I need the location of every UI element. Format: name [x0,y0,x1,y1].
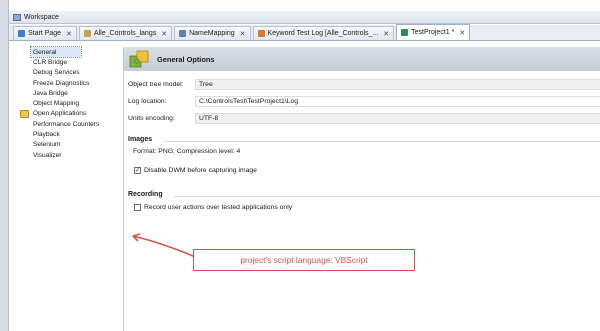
tab-testproject1[interactable]: TestProject1 * ✕ [396,24,471,40]
tab-namemapping[interactable]: NameMapping ✕ [174,26,251,40]
start-page-icon [18,30,25,37]
tree-item-label: Object Mapping [33,100,80,108]
log-location-field[interactable]: C:\ControlsTest\TestProject1\Log [195,96,600,107]
log-location-label: Log location: [128,98,167,105]
tree-item-general[interactable]: General [30,45,82,59]
tree-item-label: Selenium [33,141,61,149]
annotation-callout: project's script language: VBScript [193,249,415,271]
tree-item-label: Java Bridge [33,89,68,97]
tree-item-label: CLR Bridge [33,58,68,66]
tab-label: Start Page [28,30,62,37]
puzzle-icon [129,50,149,67]
checkbox-label: Record user actions over tested applicat… [144,204,293,211]
tree-item-open-applications[interactable]: Open Applications [18,109,122,119]
document-tabbar: Start Page ✕ Alle_Controls_langs ✕ NameM… [9,24,600,41]
tab-start-page[interactable]: Start Page ✕ [13,26,77,40]
tab-label: NameMapping [189,30,235,37]
checkbox-box[interactable]: ✓ [134,167,141,174]
project-icon [83,30,91,37]
object-tree-model-field[interactable]: Tree [195,79,600,90]
tab-label: Alle_Controls_langs [93,30,157,37]
tree-item-debug-services[interactable]: Debug Services [18,68,122,78]
namemapping-icon [179,30,187,37]
tree-item-freeze-diagnostics[interactable]: Freeze Diagnostics [18,78,122,88]
tree-item-label: Visualizer [33,151,62,159]
tree-item-playback[interactable]: Playback [18,129,122,139]
tree-item-object-mapping[interactable]: Object Mapping [18,98,122,108]
left-dock-strip [0,0,9,331]
workspace-bar: Workspace [9,11,600,24]
workspace-title: Workspace [24,13,59,21]
folder-icon[interactable] [20,109,29,118]
close-icon[interactable]: ✕ [66,30,72,38]
tree-item-label: Performance Counters [33,120,100,128]
tree-item-label: Freeze Diagnostics [33,79,90,87]
tree-item-label: Playback [33,131,60,139]
tree-item-label: Debug Services [33,69,80,77]
units-encoding-field[interactable]: UTF-8 [195,113,600,124]
tree-item-performance-counters[interactable]: Performance Counters [18,119,122,129]
record-user-actions-checkbox[interactable]: Record user actions over tested applicat… [134,204,292,211]
keyword-log-icon [257,30,265,37]
panel-header: General Options [124,47,600,71]
units-encoding-row: Units encoding: UTF-8 [128,113,600,124]
project-settings-icon [401,29,409,36]
workspace-icon [13,13,21,21]
image-format-text: Format: PNG; Compression level: 4 [133,148,241,155]
annotation-arrow [132,233,196,258]
units-encoding-label: Units encoding: [128,115,175,122]
tree-item-label: General [33,48,57,56]
tree-item-java-bridge[interactable]: Java Bridge [18,88,122,98]
checkbox-label: Disable DWM before capturing image [144,167,257,174]
recording-section-title: Recording [128,191,163,198]
object-tree-model-label: Object tree model: [128,81,184,88]
images-section-title: Images [128,136,153,143]
tab-keyword-test-log[interactable]: Keyword Test Log [Alle_Controls_... ✕ [252,26,395,40]
tab-label: TestProject1 * [411,29,455,36]
panel-title: General Options [157,54,215,64]
checkbox-box[interactable] [134,204,141,211]
tree-item-selenium[interactable]: Selenium [18,140,122,150]
log-location-row: Log location: C:\ControlsTest\TestProjec… [128,96,600,107]
close-icon[interactable]: ✕ [459,29,465,37]
close-icon[interactable]: ✕ [240,30,246,38]
disable-dwm-checkbox[interactable]: ✓ Disable DWM before capturing image [134,167,257,174]
close-icon[interactable]: ✕ [161,30,167,38]
section-divider [164,141,600,142]
options-tree: General CLR Bridge Debug Services Freeze… [18,45,122,331]
tab-label: Keyword Test Log [Alle_Controls_... [267,30,379,37]
section-divider [174,196,600,197]
tree-item-visualizer[interactable]: Visualizer [18,150,122,160]
tree-item-clr-bridge[interactable]: CLR Bridge [18,57,122,67]
close-icon[interactable]: ✕ [383,30,389,38]
tab-alle-controls-langs[interactable]: Alle_Controls_langs ✕ [78,26,173,40]
annotation-text: project's script language: VBScript [240,255,368,265]
tree-item-label: Open Applications [33,110,87,118]
object-tree-model-row: Object tree model: Tree [128,79,600,90]
options-panel: General Options Object tree model: Tree … [123,47,600,331]
